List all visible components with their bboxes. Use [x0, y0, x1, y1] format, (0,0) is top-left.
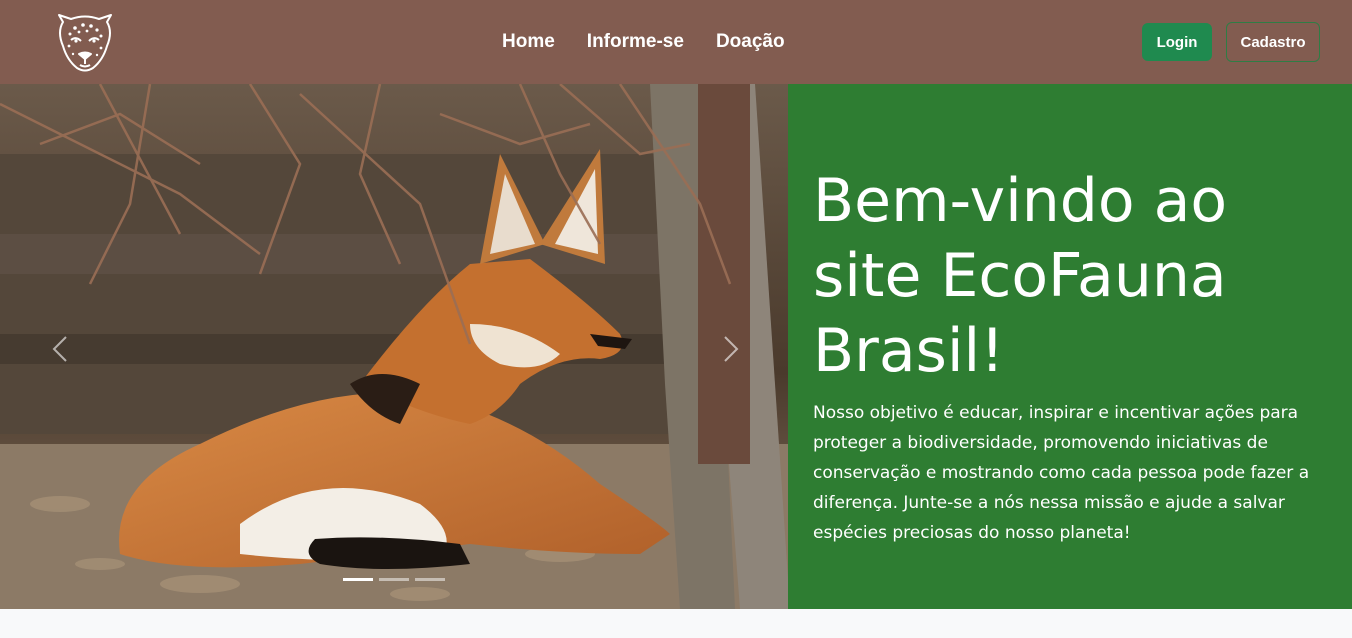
carousel-indicators: [0, 578, 788, 581]
carousel-next-chevron-right-icon[interactable]: [709, 329, 749, 369]
nav-link-doacao[interactable]: Doação: [716, 31, 785, 53]
jaguar-head-icon[interactable]: [53, 10, 117, 74]
main-nav: Home Informe-se Doação: [502, 0, 785, 84]
hero-description: Nosso objetivo é educar, inspirar e ince…: [813, 403, 1310, 543]
navbar: Home Informe-se Doação Login Cadastro: [0, 0, 1352, 84]
carousel-indicator-1[interactable]: [343, 578, 373, 581]
maned-wolf-photo: [0, 84, 788, 609]
carousel-prev-chevron-left-icon[interactable]: [42, 329, 82, 369]
login-button[interactable]: Login: [1142, 23, 1212, 61]
nav-link-informe-se[interactable]: Informe-se: [587, 31, 684, 53]
hero-panel: Bem-vindo ao site EcoFauna Brasil! Nosso…: [788, 84, 1352, 609]
carousel-indicator-2[interactable]: [379, 578, 409, 581]
hero-title: Bem-vindo ao site EcoFauna Brasil!: [813, 166, 1228, 386]
nav-link-home[interactable]: Home: [502, 31, 555, 53]
page-bottom-strip: [0, 609, 1352, 638]
cadastro-button[interactable]: Cadastro: [1226, 22, 1320, 62]
image-carousel: [0, 84, 788, 609]
carousel-indicator-3[interactable]: [415, 578, 445, 581]
